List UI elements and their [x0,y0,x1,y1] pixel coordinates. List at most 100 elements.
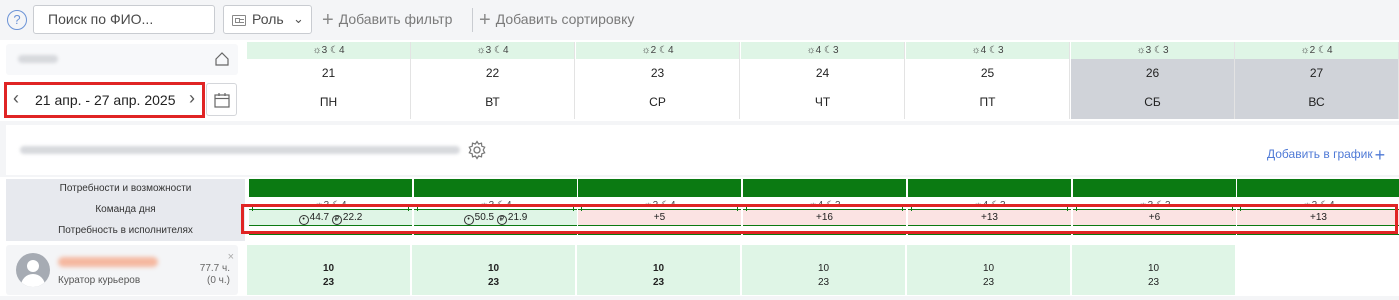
help-icon[interactable]: ? [7,10,27,30]
chevron-down-icon: ⌄ [293,11,304,26]
weekday-label: ПТ [979,95,996,109]
row-labels-panel: Потребности и возможности Команда дня По… [6,179,245,241]
needs-bar[interactable] [743,179,906,197]
weather-indicator: ☼3 ☾4 [411,42,574,59]
hours-total: 77.7 ч. [199,263,230,274]
demand-bar[interactable] [1073,234,1236,240]
day-header-thu[interactable]: ☼4 ☾3 24 ЧТ [741,42,905,119]
weather-indicator: ☼3 ☾3 [1071,42,1234,59]
weather-indicator: ☼3 ☾4 [247,42,410,59]
weekday-label: СР [649,95,666,109]
shift-cell[interactable]: 10 23 [412,245,575,295]
add-filter-button[interactable]: + Добавить фильтр [322,9,452,32]
day-number: 23 [650,66,665,80]
shift-cell[interactable]: 10 23 [577,245,740,295]
shift-start: 10 [322,263,335,274]
next-week-icon[interactable]: › [189,88,195,109]
team-row-highlight [241,204,1398,234]
shift-cell[interactable]: 10 23 [907,245,1070,295]
day-number: 27 [1309,66,1324,80]
id-card-icon [232,15,246,26]
period-selector[interactable]: ‹ 21 апр. - 27 апр. 2025 › [4,82,205,118]
section-name-redacted [20,146,460,154]
add-sort-button[interactable]: + Добавить сортировку [479,9,634,32]
demand-bar[interactable] [743,234,906,240]
employee-role: Куратор курьеров [58,275,141,286]
weather-indicator: ☼2 ☾4 [576,42,739,59]
demand-bar[interactable] [1237,234,1399,240]
plus-icon: + [1374,145,1386,165]
add-to-graph-button[interactable]: Добавить в график + [1267,145,1385,166]
prev-week-icon[interactable]: ‹ [13,88,19,109]
location-name-redacted [18,55,58,63]
role-filter-select[interactable]: Роль ⌄ [223,5,312,34]
needs-bar[interactable] [908,179,1071,197]
weather-indicator: ☼4 ☾3 [906,42,1069,59]
weekday-label: ВС [1308,95,1325,109]
scroll-edge [0,296,1399,300]
day-header-sat[interactable]: ☼3 ☾3 26 СБ [1071,42,1235,119]
demand-bar[interactable] [578,234,741,240]
demand-bar[interactable] [414,234,577,240]
demand-bar[interactable] [249,234,412,240]
shift-cell[interactable]: 10 23 [1072,245,1235,295]
add-sort-label: Добавить сортировку [495,11,635,27]
needs-bar[interactable] [414,179,577,197]
toolbar: ? Поиск по ФИО... Роль ⌄ + Добавить фильт… [0,0,1399,40]
employee-card[interactable]: Куратор курьеров × 77.7 ч. (0 ч.) [6,245,238,295]
weekday-label: ВТ [485,95,500,109]
shift-start: 10 [652,263,665,274]
calendar-button[interactable] [206,83,237,116]
weekday-label: ЧТ [814,95,831,109]
shift-end: 23 [1147,277,1160,288]
shift-start: 10 [817,263,830,274]
day-header-wed[interactable]: ☼2 ☾4 23 СР [576,42,740,119]
shift-start: 10 [487,263,500,274]
demand-row-label: Потребность в исполнителях [58,225,193,236]
period-label: 21 апр. - 27 апр. 2025 [35,92,176,108]
needs-bar[interactable] [249,179,412,197]
plus-icon: + [479,9,491,31]
role-filter-label: Роль [252,11,284,27]
employee-name-redacted [58,257,158,267]
shift-start: 10 [982,263,995,274]
add-to-graph-label: Добавить в график [1267,147,1373,161]
toolbar-divider [472,8,473,32]
shift-cell[interactable]: 10 23 [742,245,905,295]
employee-hours: 77.7 ч. (0 ч.) [200,263,230,287]
day-header-fri[interactable]: ☼4 ☾3 25 ПТ [906,42,1070,119]
shift-cell[interactable]: 10 23 [247,245,410,295]
weather-indicator: ☼2 ☾4 [1235,42,1398,59]
shift-end: 23 [322,277,335,288]
needs-bar[interactable] [578,179,741,197]
day-header-tue[interactable]: ☼3 ☾4 22 ВТ [411,42,575,119]
add-filter-label: Добавить фильтр [338,11,453,27]
avatar [16,253,50,287]
shift-end: 23 [652,277,665,288]
location-selector[interactable] [6,44,238,75]
plus-icon: + [322,9,334,31]
weekday-label: ПН [319,95,338,109]
schedule-section-header [6,125,1399,175]
shift-start: 10 [1147,263,1160,274]
day-number: 25 [980,66,995,80]
day-number: 22 [485,66,500,80]
team-row-label: Команда дня [95,204,156,215]
day-header-mon[interactable]: ☼3 ☾4 21 ПН [247,42,411,119]
shift-end: 23 [817,277,830,288]
day-number: 21 [321,66,336,80]
home-icon[interactable] [214,51,230,67]
weather-indicator: ☼4 ☾3 [741,42,904,59]
close-icon[interactable]: × [228,251,234,263]
demand-bar[interactable] [908,234,1071,240]
calendar-icon [214,93,230,108]
shift-cell-empty[interactable] [1236,245,1399,295]
day-header-sun[interactable]: ☼2 ☾4 27 ВС [1235,42,1399,119]
hours-extra: (0 ч.) [207,275,230,286]
needs-row-label: Потребности и возможности [59,183,192,194]
needs-bar[interactable] [1237,179,1399,197]
weekday-label: СБ [1144,95,1161,109]
search-input[interactable]: Поиск по ФИО... [33,5,215,34]
gear-icon[interactable] [467,140,487,160]
needs-bar[interactable] [1073,179,1236,197]
